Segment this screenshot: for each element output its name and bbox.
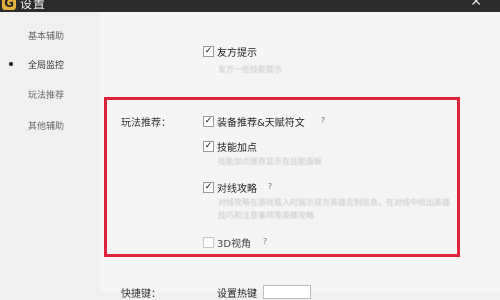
sidebar-item-recommend[interactable]: 玩法推荐 [28, 88, 64, 101]
sidebar: 基本辅助 全局监控 玩法推荐 其他辅助 [0, 12, 100, 292]
hotkey-input[interactable] [263, 285, 311, 299]
close-icon[interactable]: ✕ [470, 0, 482, 10]
section-label-hotkey: 快捷键： [121, 289, 161, 300]
sidebar-item-other[interactable]: 其他辅助 [28, 119, 64, 132]
sidebar-item-basic[interactable]: 基本辅助 [28, 29, 64, 42]
active-indicator-icon [9, 62, 13, 66]
friendly-tips-description: 友方一些技能提示 [218, 65, 282, 74]
friendly-tips-label: 友方提示 [217, 48, 257, 59]
hotkey-label: 设置热键 [217, 289, 257, 300]
window-title: 设置 [20, 0, 47, 11]
app-logo-icon: G [2, 0, 16, 10]
friendly-tips-checkbox[interactable]: ✓ [203, 46, 214, 57]
title-bar: G 设置 ✕ [0, 0, 500, 12]
highlight-box [104, 97, 460, 257]
sidebar-item-global[interactable]: 全局监控 [28, 58, 64, 71]
